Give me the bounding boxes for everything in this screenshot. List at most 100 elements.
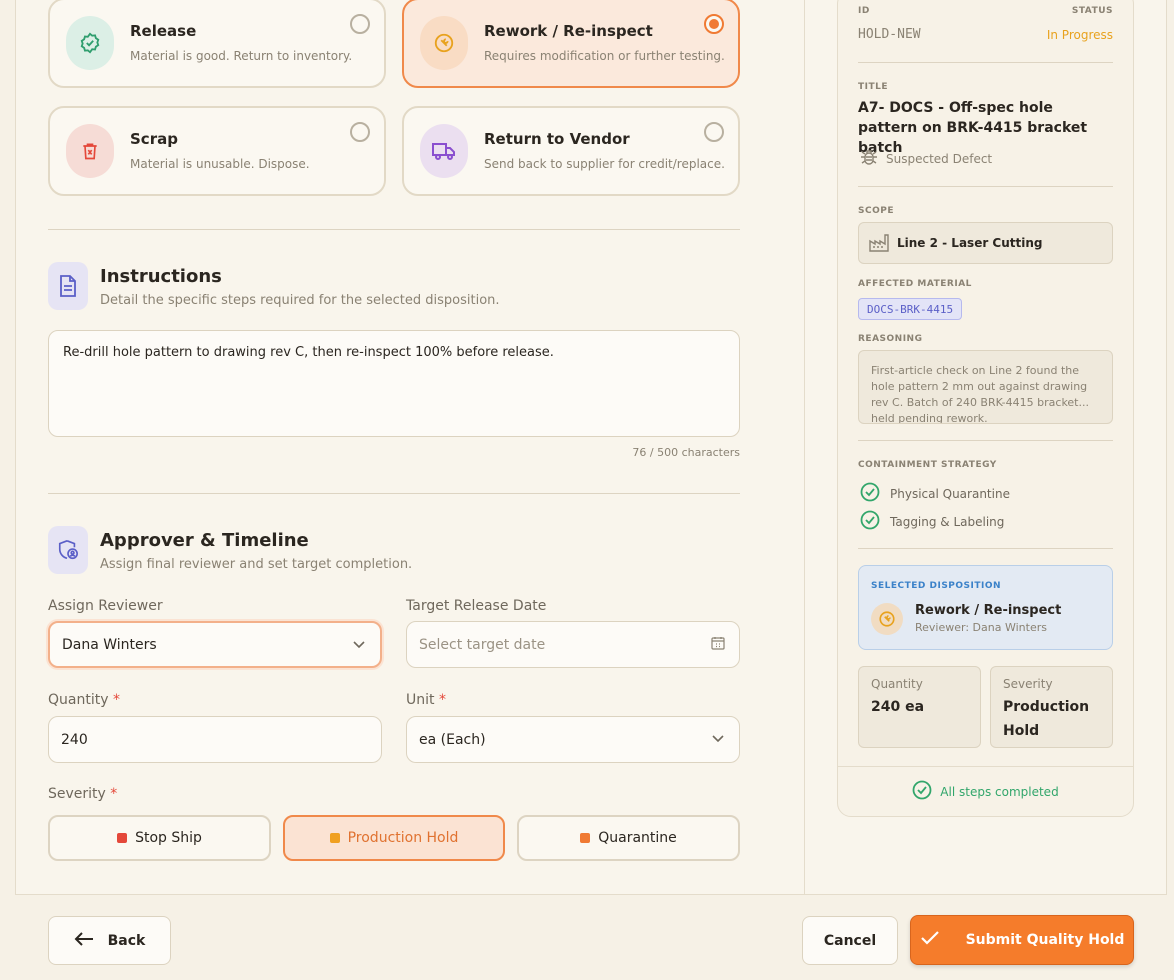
quantity-stat-label: Quantity bbox=[871, 677, 923, 691]
quantity-stat-value: 240 ea bbox=[871, 699, 925, 715]
disposition-option-return-vendor[interactable]: Return to Vendor Send back to supplier f… bbox=[402, 106, 740, 196]
quantity-input[interactable]: 240 bbox=[48, 716, 382, 763]
material-chip: DOCS-BRK-4415 bbox=[858, 298, 963, 320]
panel-divider bbox=[858, 62, 1113, 63]
document-icon bbox=[48, 262, 88, 310]
date-input[interactable]: Select target date bbox=[406, 621, 740, 668]
scope-label: SCOPE bbox=[858, 206, 894, 216]
severity-dot bbox=[329, 833, 340, 843]
disposition-subtitle: Requires modification or further testing… bbox=[484, 49, 725, 63]
status-label: STATUS bbox=[1071, 6, 1113, 16]
disposition-title: Rework / Re-inspect bbox=[484, 22, 653, 40]
disposition-subtitle: Material is unusable. Dispose. bbox=[130, 157, 310, 171]
section-divider bbox=[48, 493, 740, 494]
radio-return-vendor[interactable] bbox=[704, 122, 724, 142]
panel-divider bbox=[858, 186, 1113, 187]
instructions-title: Instructions bbox=[100, 266, 222, 287]
approver-subtitle: Assign final reviewer and set target com… bbox=[100, 557, 413, 572]
trash-icon bbox=[66, 124, 114, 178]
severity-quarantine[interactable]: Quarantine bbox=[517, 815, 740, 861]
radio-rework[interactable] bbox=[704, 14, 724, 34]
containment-text: Physical Quarantine bbox=[890, 486, 1010, 501]
quantity-stat: Quantity 240 ea bbox=[858, 666, 981, 748]
reasoning-text: First-article check on Line 2 found the … bbox=[858, 350, 1113, 424]
shield-user-icon bbox=[48, 526, 88, 574]
section-divider bbox=[48, 229, 740, 230]
disposition-subtitle: Send back to supplier for credit/replace… bbox=[484, 157, 725, 171]
check-circle-icon bbox=[860, 510, 880, 533]
submit-button[interactable]: Submit Quality Hold bbox=[910, 915, 1134, 965]
character-counter: 76 / 500 characters bbox=[632, 446, 740, 459]
reviewer-label: Assign Reviewer bbox=[48, 598, 163, 614]
wrench-icon bbox=[420, 16, 468, 70]
factory-icon bbox=[869, 234, 889, 252]
selected-reviewer: Reviewer: Dana Winters bbox=[915, 621, 1047, 634]
approver-title: Approver & Timeline bbox=[100, 530, 309, 551]
scope-value: Line 2 - Laser Cutting bbox=[897, 236, 1043, 250]
disposition-option-rework[interactable]: Rework / Re-inspect Requires modificatio… bbox=[402, 0, 740, 88]
title-label: TITLE bbox=[858, 82, 889, 92]
date-label: Target Release Date bbox=[406, 598, 547, 614]
disposition-option-release[interactable]: Release Material is good. Return to inve… bbox=[48, 0, 386, 88]
disposition-title: Scrap bbox=[130, 130, 178, 148]
severity-stat-value: Production Hold bbox=[1003, 699, 1090, 739]
containment-text: Tagging & Labeling bbox=[890, 514, 1005, 529]
unit-value: ea (Each) bbox=[419, 731, 486, 748]
containment-item: Physical Quarantine bbox=[860, 482, 1010, 505]
quantity-value: 240 bbox=[61, 731, 88, 748]
radio-release[interactable] bbox=[350, 14, 370, 34]
check-circle-icon bbox=[860, 482, 880, 505]
bug-icon bbox=[860, 148, 878, 169]
back-button[interactable]: Back bbox=[48, 916, 171, 965]
check-icon bbox=[920, 930, 940, 950]
calendar-icon[interactable] bbox=[711, 636, 725, 654]
reasoning-label: REASONING bbox=[858, 334, 923, 344]
selected-disposition-box: SELECTED DISPOSITION Rework / Re-inspect… bbox=[858, 565, 1113, 650]
cancel-button[interactable]: Cancel bbox=[802, 916, 898, 965]
material-label: AFFECTED MATERIAL bbox=[858, 279, 972, 289]
chevron-down-icon bbox=[352, 637, 366, 655]
id-value: HOLD-NEW bbox=[858, 27, 921, 42]
unit-label: Unit * bbox=[406, 692, 446, 708]
severity-stat-label: Severity bbox=[1003, 677, 1053, 691]
reviewer-select[interactable]: Dana Winters bbox=[48, 621, 382, 668]
severity-production-hold[interactable]: Production Hold bbox=[283, 815, 505, 861]
date-placeholder: Select target date bbox=[419, 636, 546, 653]
completion-text: All steps completed bbox=[940, 784, 1059, 799]
severity-stat: Severity Production Hold bbox=[990, 666, 1113, 748]
submit-label: Submit Quality Hold bbox=[965, 932, 1125, 948]
scope-box: Line 2 - Laser Cutting bbox=[858, 222, 1113, 264]
panel-divider bbox=[858, 440, 1113, 441]
unit-select[interactable]: ea (Each) bbox=[406, 716, 740, 763]
instructions-textarea[interactable]: Re-drill hole pattern to drawing rev C, … bbox=[48, 330, 740, 437]
severity-dot bbox=[117, 833, 128, 843]
severity-option-label: Stop Ship bbox=[135, 830, 202, 846]
disposition-title: Return to Vendor bbox=[484, 130, 630, 148]
radio-scrap[interactable] bbox=[350, 122, 370, 142]
disposition-option-scrap[interactable]: Scrap Material is unusable. Dispose. bbox=[48, 106, 386, 196]
completion-status: All steps completed bbox=[838, 766, 1133, 816]
disposition-title: Release bbox=[130, 22, 197, 40]
cancel-label: Cancel bbox=[823, 932, 877, 949]
severity-dot bbox=[580, 833, 591, 843]
badge-check-icon bbox=[66, 16, 114, 70]
chevron-down-icon bbox=[711, 731, 725, 749]
defect-type: Suspected Defect bbox=[860, 148, 992, 169]
column-divider bbox=[804, 0, 805, 894]
severity-option-label: Production Hold bbox=[347, 830, 459, 846]
containment-item: Tagging & Labeling bbox=[860, 510, 1004, 533]
severity-stop-ship[interactable]: Stop Ship bbox=[48, 815, 271, 861]
status-badge: In Progress bbox=[1046, 28, 1113, 42]
back-label: Back bbox=[107, 932, 146, 949]
disposition-subtitle: Material is good. Return to inventory. bbox=[130, 49, 353, 63]
reviewer-value: Dana Winters bbox=[62, 636, 157, 653]
wrench-icon bbox=[871, 603, 903, 635]
selected-disposition-label: SELECTED DISPOSITION bbox=[871, 581, 1002, 591]
defect-type-text: Suspected Defect bbox=[886, 151, 993, 166]
instructions-subtitle: Detail the specific steps required for t… bbox=[100, 293, 500, 308]
severity-label: Severity * bbox=[48, 786, 118, 802]
selected-disposition-title: Rework / Re-inspect bbox=[915, 603, 1062, 618]
panel-divider bbox=[858, 548, 1113, 549]
arrow-left-icon bbox=[74, 931, 94, 951]
summary-panel: ID STATUS HOLD-NEW In Progress TITLE A7-… bbox=[837, 0, 1134, 817]
